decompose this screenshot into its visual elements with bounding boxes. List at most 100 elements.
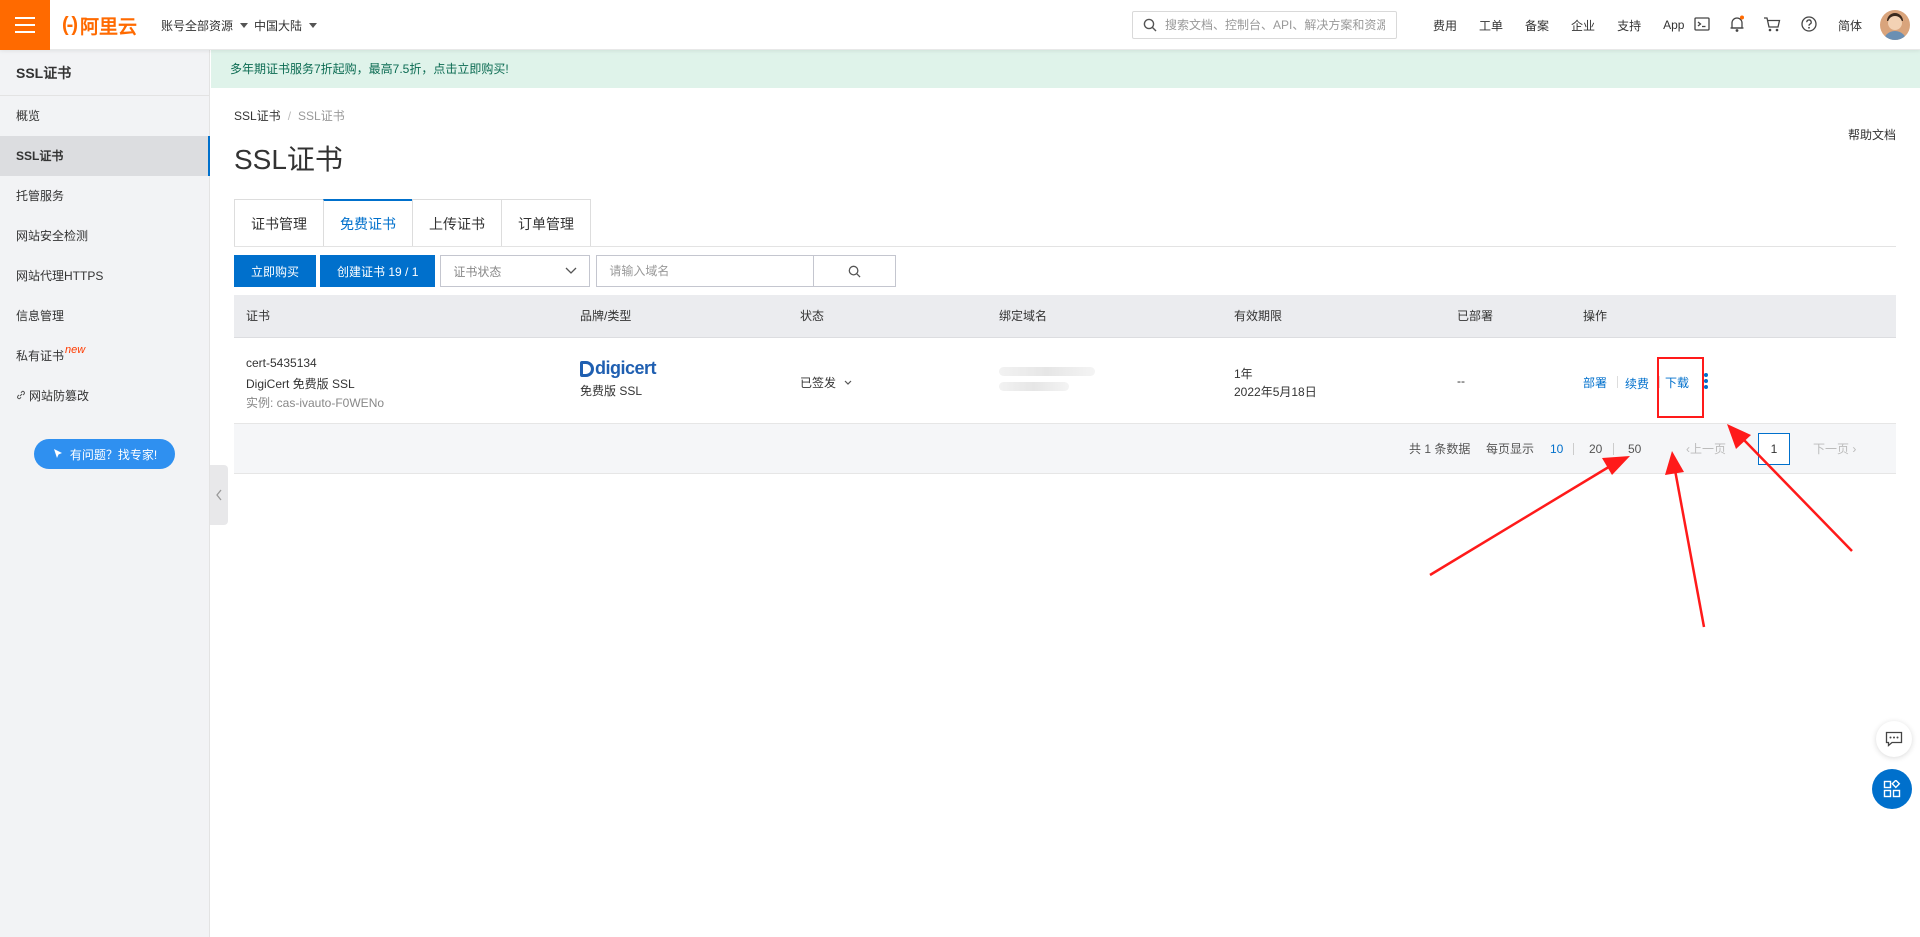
top-link-fees[interactable]: 费用 <box>1433 17 1457 34</box>
redacted-domain <box>999 367 1095 376</box>
next-page-button[interactable]: 下一页 › <box>1813 424 1856 474</box>
ask-expert-button[interactable]: 有问题？找专家! <box>34 439 175 469</box>
table-row: cert-5435134 DigiCert 免费版 SSL 实例: cas-iv… <box>234 338 1896 424</box>
menu-line <box>15 24 35 26</box>
apps-float-button[interactable] <box>1872 769 1912 809</box>
page-size-50[interactable]: 50 <box>1628 424 1641 474</box>
top-navbar: (-) 阿里云 账号全部资源 中国大陆 费用 工单 备案 企业 支持 App 简… <box>0 0 1920 50</box>
sidebar-item-overview[interactable]: 概览 <box>0 96 209 136</box>
sidebar-item-https-proxy[interactable]: 网站代理HTTPS <box>0 256 209 296</box>
language-switch[interactable]: 简体 <box>1838 17 1862 34</box>
search-icon <box>849 265 861 278</box>
caret-down-icon <box>309 23 318 28</box>
breadcrumb-item[interactable]: SSL证书 <box>234 109 281 123</box>
more-actions-icon[interactable] <box>1704 373 1708 389</box>
user-avatar[interactable] <box>1880 10 1910 40</box>
domain-search-button[interactable] <box>814 255 897 287</box>
toolbar: 立即购买 创建证书 19 / 1 证书状态 <box>234 255 897 287</box>
brand-type: 免费版 SSL <box>580 384 643 398</box>
pagination-total: 共 1 条数据 <box>1409 442 1471 456</box>
top-link-app[interactable]: App <box>1663 18 1684 32</box>
sidebar-item-private-cert[interactable]: 私有证书new <box>0 336 209 376</box>
top-link-enterprise[interactable]: 企业 <box>1571 17 1595 34</box>
pin-icon <box>53 449 62 458</box>
help-doc-link[interactable]: 帮助文档 <box>1848 126 1896 143</box>
breadcrumb: SSL证书 / SSL证书 <box>234 107 345 124</box>
global-search <box>1132 11 1397 39</box>
chevron-down-icon <box>844 380 852 385</box>
ask-expert-label: 有问题？找专家! <box>69 447 158 462</box>
tab-cert-management[interactable]: 证书管理 <box>234 199 323 247</box>
create-cert-button[interactable]: 创建证书 19 / 1 <box>320 255 436 287</box>
region-dropdown[interactable]: 中国大陆 <box>254 17 318 34</box>
caret-down-icon <box>240 23 249 28</box>
chevron-left-icon <box>216 489 222 501</box>
table-header: 证书 品牌/类型 状态 绑定域名 有效期限 已部署 操作 <box>234 295 1896 338</box>
chevron-down-icon <box>565 267 577 274</box>
logo-text: 阿里云 <box>79 17 137 38</box>
per-page-label: 每页显示 <box>1486 442 1535 456</box>
sidebar-item-managed-service[interactable]: 托管服务 <box>0 176 209 216</box>
help-icon[interactable] <box>1799 14 1819 34</box>
page-number-current[interactable]: 1 <box>1758 433 1790 465</box>
sidebar-item-ssl-cert[interactable]: SSL证书 <box>0 136 210 176</box>
column-header-brand: 品牌/类型 <box>580 309 632 323</box>
tab-upload-cert[interactable]: 上传证书 <box>412 199 501 247</box>
tab-free-cert[interactable]: 免费证书 <box>323 199 412 247</box>
sidebar-item-security-scan[interactable]: 网站安全检测 <box>0 216 209 256</box>
sidebar-item-label: 托管服务 <box>16 189 65 203</box>
column-header-cert: 证书 <box>246 309 271 323</box>
buy-now-button[interactable]: 立即购买 <box>234 255 317 287</box>
domain-search-input[interactable] <box>596 255 815 287</box>
status-dropdown[interactable]: 已签发 <box>800 374 852 391</box>
page-size-20[interactable]: 20 <box>1589 424 1602 474</box>
sidebar-item-label: 信息管理 <box>16 309 65 323</box>
sidebar-item-tamper-protection[interactable]: 网站防篡改 <box>0 376 209 416</box>
apps-grid-icon <box>1883 780 1901 798</box>
prev-page-label: 上一页 <box>1690 442 1727 456</box>
prev-page-button[interactable]: ‹上一页 <box>1686 424 1726 474</box>
deploy-link[interactable]: 部署 <box>1583 374 1607 391</box>
cert-name: cert-5435134 <box>246 356 317 370</box>
account-scope-label: 账号全部资源 <box>161 19 234 33</box>
breadcrumb-separator: / <box>287 109 292 123</box>
digicert-logo: digicert <box>580 358 657 379</box>
sidebar-item-label: 私有证书 <box>16 349 65 363</box>
breadcrumb-current: SSL证书 <box>298 109 345 123</box>
sidebar-item-info-management[interactable]: 信息管理 <box>0 296 209 336</box>
aliyun-logo[interactable]: (-) 阿里云 <box>62 12 137 39</box>
column-header-domain: 绑定域名 <box>999 309 1048 323</box>
validity-term: 1年 <box>1234 367 1253 381</box>
arrow-to-prev-page <box>1665 451 1706 628</box>
cert-type: DigiCert 免费版 SSL <box>246 377 355 391</box>
status-label: 已签发 <box>800 376 837 390</box>
terminal-icon[interactable] <box>1692 14 1712 34</box>
hamburger-menu-button[interactable] <box>0 0 50 50</box>
global-search-input[interactable] <box>1165 18 1385 32</box>
sidebar-collapse-handle[interactable] <box>210 465 228 525</box>
page-size-10[interactable]: 10 <box>1550 424 1563 474</box>
page-title: SSL证书 <box>234 144 343 175</box>
top-link-support[interactable]: 支持 <box>1617 17 1641 34</box>
cert-status-select[interactable]: 证书状态 <box>440 255 591 287</box>
top-link-tickets[interactable]: 工单 <box>1479 17 1503 34</box>
tab-order-management[interactable]: 订单管理 <box>501 199 591 247</box>
renew-link[interactable]: 续费 <box>1625 375 1649 392</box>
cert-status-select-label: 证书状态 <box>453 264 502 279</box>
bell-icon[interactable] <box>1727 14 1747 34</box>
deployed-value: -- <box>1457 374 1465 388</box>
new-badge: new <box>65 344 86 356</box>
cart-icon[interactable] <box>1762 14 1782 34</box>
promo-banner-text: 多年期证书服务7折起购，最高7.5折，点击立即购买! <box>230 62 509 76</box>
logo-mark-icon: (-) <box>62 14 78 36</box>
chat-float-button[interactable] <box>1876 721 1912 757</box>
top-links: 费用 工单 备案 企业 支持 App <box>1433 0 1706 50</box>
promo-banner[interactable]: 多年期证书服务7折起购，最高7.5折，点击立即购买! <box>211 50 1920 88</box>
avatar-body <box>1883 31 1907 40</box>
sidebar-item-label: 网站代理HTTPS <box>16 269 104 283</box>
top-link-icp[interactable]: 备案 <box>1525 17 1549 34</box>
sidebar: SSL证书 概览 SSL证书 托管服务 网站安全检测 网站代理HTTPS 信息管… <box>0 50 210 937</box>
column-header-validity: 有效期限 <box>1234 309 1283 323</box>
account-scope-dropdown[interactable]: 账号全部资源 <box>161 17 249 34</box>
cert-instance-id[interactable]: 实例: cas-ivauto-F0WENo <box>246 394 384 411</box>
